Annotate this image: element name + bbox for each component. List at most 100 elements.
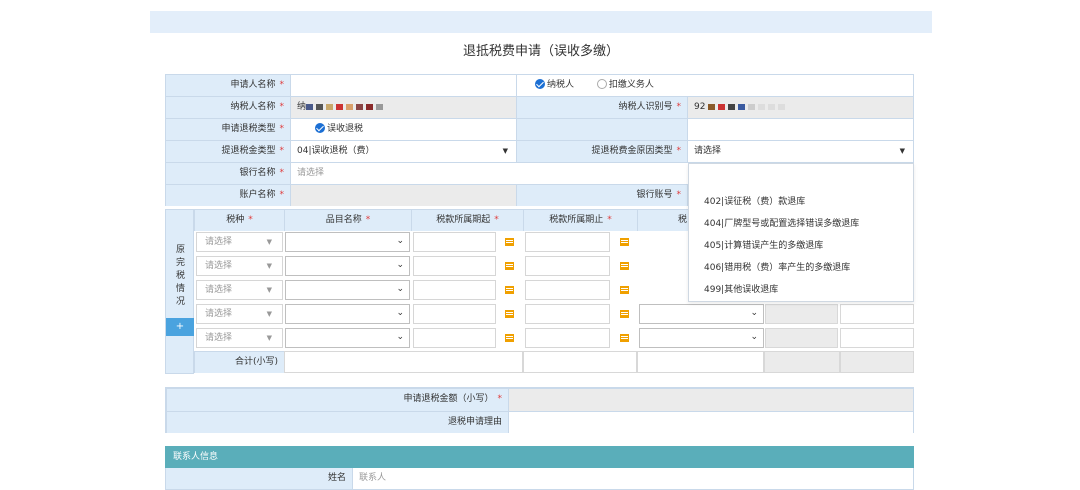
dropdown-option[interactable]: 405|计算错误产生的多缴退库 (704, 238, 823, 251)
amount-type-select[interactable]: 04|误收退税（费） ▼ (290, 140, 516, 162)
tax-select[interactable]: ⌄ (639, 328, 764, 348)
reason-type-select[interactable]: 请选择 ▼ (687, 140, 914, 162)
calendar-icon[interactable] (505, 238, 514, 246)
refund-amount-label: 申请退税金额（小写） * (166, 388, 508, 411)
caret-down-icon: ▼ (266, 262, 272, 270)
blank-label (516, 118, 687, 140)
dropdown-option[interactable]: 402|误征税（费）款退库 (704, 194, 805, 207)
amount-input[interactable] (840, 304, 914, 324)
applicant-name-label: 申请人名称 * (165, 74, 290, 96)
page-title: 退抵税费申请（误收多缴） (462, 44, 619, 59)
total-readonly-cell (840, 351, 914, 373)
dropdown-option[interactable]: 499|其他误收退库 (704, 282, 778, 295)
radio-taxpayer[interactable]: 纳税人 (535, 78, 574, 90)
calendar-icon[interactable] (505, 262, 514, 270)
amount-type-label: 提退税金类型 * (165, 140, 290, 162)
chevron-down-icon: ⌄ (750, 332, 758, 342)
applicant-type-group: 纳税人 扣缴义务人 (516, 74, 914, 96)
taxpayer-id-label: 纳税人识别号 * (516, 96, 687, 118)
item-name-select[interactable]: ⌄ (285, 280, 410, 300)
tax-type-select[interactable]: 请选择 ▼ (196, 232, 283, 252)
total-cell (284, 351, 523, 373)
radio-withholding-agent[interactable]: 扣缴义务人 (596, 78, 654, 90)
tax-type-select[interactable]: 请选择 ▼ (196, 256, 283, 276)
contact-name-input[interactable]: 联系人 (353, 468, 913, 489)
period-start-input[interactable] (413, 256, 496, 276)
reason-type-label: 提退税费金原因类型 * (516, 140, 687, 162)
amount-input[interactable] (840, 328, 914, 348)
taxpayer-name-value: 纳 (290, 96, 516, 118)
add-row-button[interactable]: + (166, 318, 194, 336)
header-tax-type: 税种 * (194, 209, 284, 231)
radio-unchecked-icon (596, 78, 607, 89)
period-end-input[interactable] (525, 232, 610, 252)
header-period-start: 税款所属期起 * (411, 209, 523, 231)
chevron-down-icon: ⌄ (750, 308, 758, 318)
summary-section: 申请退税金额（小写） * 退税申请理由 (165, 387, 914, 433)
tax-type-select[interactable]: 请选择 ▼ (196, 280, 283, 300)
period-start-input[interactable] (413, 280, 496, 300)
contact-section-header: 联系人信息 (165, 446, 914, 468)
chevron-down-icon: ⌄ (396, 308, 404, 318)
bank-name-label: 银行名称 * (165, 162, 290, 184)
caret-down-icon: ▼ (266, 286, 272, 294)
readonly-cell (765, 328, 838, 348)
chevron-down-icon: ⌄ (396, 284, 404, 294)
chevron-down-icon: ⌄ (396, 236, 404, 246)
period-end-input[interactable] (525, 328, 610, 348)
calendar-icon[interactable] (620, 286, 629, 294)
header-tax-amount: 税 (637, 209, 688, 231)
header-item-name: 品目名称 * (284, 209, 411, 231)
item-name-select[interactable]: ⌄ (285, 328, 410, 348)
tax-select[interactable]: ⌄ (639, 304, 764, 324)
period-start-input[interactable] (413, 232, 496, 252)
chevron-down-icon: ⌄ (396, 332, 404, 342)
total-cell (523, 351, 637, 373)
contact-name-row: 姓名 联系人 (165, 468, 914, 490)
refund-reason-label: 退税申请理由 (166, 411, 508, 433)
original-tax-section: 原 完 税 情 况 + (165, 209, 194, 374)
readonly-cell (765, 304, 838, 324)
period-end-input[interactable] (525, 256, 610, 276)
period-end-input[interactable] (525, 304, 610, 324)
total-cell (637, 351, 764, 373)
refund-type-label: 申请退税类型 * (165, 118, 290, 140)
calendar-icon[interactable] (620, 310, 629, 318)
item-name-select[interactable]: ⌄ (285, 304, 410, 324)
header-period-end: 税款所属期止 * (523, 209, 637, 231)
applicant-name-input[interactable] (290, 74, 516, 96)
refund-reason-input[interactable] (508, 411, 913, 433)
radio-checked-icon (315, 122, 325, 133)
caret-down-icon: ▼ (899, 147, 905, 155)
section-side-label: 原 完 税 情 况 (175, 245, 185, 307)
calendar-icon[interactable] (620, 262, 629, 270)
calendar-icon[interactable] (505, 310, 514, 318)
radio-checked-icon (535, 78, 545, 89)
bank-account-label: 银行账号 * (516, 184, 687, 206)
calendar-icon[interactable] (620, 334, 629, 342)
taxpayer-id-value: 92 (687, 96, 914, 118)
caret-down-icon: ▼ (266, 334, 272, 342)
item-name-select[interactable]: ⌄ (285, 256, 410, 276)
radio-refund-type[interactable]: 误收退税 (290, 118, 516, 140)
account-name-value (290, 184, 516, 206)
period-start-input[interactable] (413, 304, 496, 324)
taxpayer-name-label: 纳税人名称 * (165, 96, 290, 118)
period-start-input[interactable] (413, 328, 496, 348)
caret-down-icon: ▼ (502, 147, 508, 155)
calendar-icon[interactable] (505, 334, 514, 342)
calendar-icon[interactable] (620, 238, 629, 246)
blank-value (687, 118, 914, 140)
total-readonly-cell (764, 351, 840, 373)
caret-down-icon: ▼ (266, 238, 272, 246)
item-name-select[interactable]: ⌄ (285, 232, 410, 252)
reason-dropdown: 402|误征税（费）款退库 404|厂牌型号或配置选择错误多缴退库 405|计算… (688, 163, 914, 302)
caret-down-icon: ▼ (266, 310, 272, 318)
tax-type-select[interactable]: 请选择 ▼ (196, 304, 283, 324)
calendar-icon[interactable] (505, 286, 514, 294)
refund-amount-value (508, 388, 913, 411)
tax-type-select[interactable]: 请选择 ▼ (196, 328, 283, 348)
dropdown-option[interactable]: 404|厂牌型号或配置选择错误多缴退库 (704, 216, 859, 229)
period-end-input[interactable] (525, 280, 610, 300)
dropdown-option[interactable]: 406|错用税（费）率产生的多缴退库 (704, 260, 850, 273)
